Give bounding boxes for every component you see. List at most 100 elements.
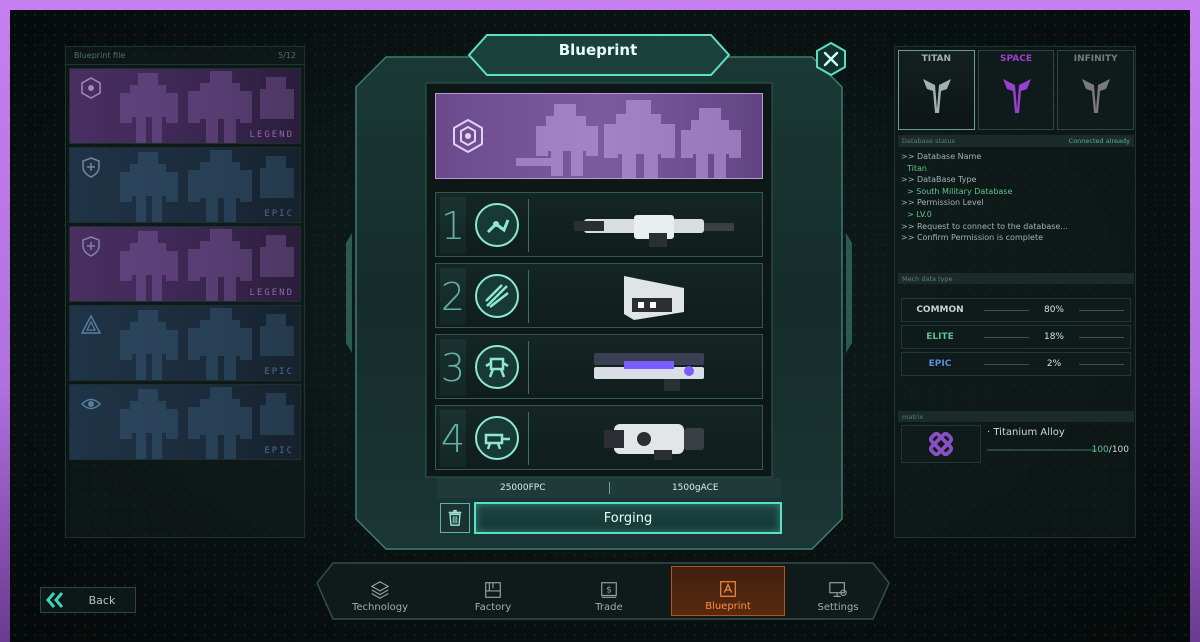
slot-number: 4 xyxy=(440,410,466,467)
blueprint-banner xyxy=(435,93,763,179)
svg-text:$: $ xyxy=(606,586,612,596)
hex-emblem-icon xyxy=(453,118,483,154)
rate-dash xyxy=(984,309,1029,311)
shield-emblem-icon xyxy=(82,236,100,257)
tab-space[interactable]: SPACE xyxy=(977,50,1055,130)
faction-infinity-icon xyxy=(1082,79,1111,113)
gear-monitor-icon xyxy=(829,582,847,597)
blueprint-modal: Blueprint 1 2 3 4 25000FPC 1500gACE Forg… xyxy=(346,33,852,559)
hex-emblem-icon xyxy=(81,77,101,99)
nav-technology[interactable]: Technology xyxy=(325,566,435,616)
factory-icon xyxy=(485,582,501,598)
shield-emblem-icon xyxy=(82,157,100,178)
log-line: >> Request to connect to the database... xyxy=(901,221,1068,231)
rarity-name: ELITE xyxy=(926,332,954,342)
slot-number: 2 xyxy=(440,268,466,325)
blueprint-card[interactable]: LEGEND xyxy=(69,226,301,302)
weapon-railgun-image xyxy=(574,215,734,247)
close-icon xyxy=(816,41,846,77)
rate-dash xyxy=(984,363,1029,365)
database-panel: TITAN SPACE INFINITY Database status Conne… xyxy=(894,46,1136,538)
rarity-name: EPIC xyxy=(928,359,952,369)
database-status-value: Connected already xyxy=(1068,137,1130,145)
material-item: · Titanium Alloy 100/100 xyxy=(901,425,1131,463)
card-rarity-label: EPIC xyxy=(264,367,294,377)
rarity-percent: 18% xyxy=(1043,332,1064,342)
slot-number: 3 xyxy=(440,339,466,396)
slot-divider xyxy=(528,199,529,252)
nav-factory[interactable]: Factory xyxy=(437,566,549,616)
log-line: > South Military Database xyxy=(907,186,1013,196)
layers-icon xyxy=(370,581,390,599)
log-line: Titan xyxy=(907,163,927,173)
modal-title: Blueprint xyxy=(558,41,638,59)
blueprint-card[interactable]: EPIC xyxy=(69,147,301,223)
nav-label: Settings xyxy=(817,602,859,613)
dollar-icon: $ xyxy=(601,582,617,598)
blades-part-icon xyxy=(475,274,519,318)
tab-infinity[interactable]: INFINITY xyxy=(1057,50,1135,130)
slot-number: 1 xyxy=(440,197,466,254)
tab-titan[interactable]: TITAN xyxy=(898,50,975,130)
page-frame-left xyxy=(0,0,10,642)
material-header: matrix xyxy=(898,411,1134,422)
material-icon-box xyxy=(901,425,981,463)
eye-emblem-icon xyxy=(80,398,102,410)
game-scene: Blueprint file 5/12 LEGEND EPIC LEGEND EPIC… xyxy=(10,10,1190,642)
blueprint-file-title: Blueprint file xyxy=(74,51,126,60)
titanium-alloy-icon xyxy=(928,431,954,457)
card-rarity-label: EPIC xyxy=(264,446,294,456)
blueprint-icon xyxy=(720,581,736,597)
weapon-heavy-cannon-image xyxy=(604,424,704,460)
forging-button[interactable]: Forging xyxy=(474,502,782,534)
rarity-name: COMMON xyxy=(916,305,964,315)
tab-label: SPACE xyxy=(1000,54,1032,64)
delete-button[interactable] xyxy=(440,503,470,533)
material-name: · Titanium Alloy xyxy=(987,427,1065,438)
log-line: > LV.0 xyxy=(907,209,932,219)
faction-space-icon xyxy=(1002,79,1031,113)
nav-label: Factory xyxy=(474,602,512,613)
nav-label: Technology xyxy=(351,602,408,613)
log-line: >> DataBase Type xyxy=(901,175,977,185)
rarity-rate-row: EPIC 2% xyxy=(901,352,1131,376)
faction-tabs: TITAN SPACE INFINITY xyxy=(898,50,1135,130)
card-rarity-label: LEGEND xyxy=(249,130,294,140)
database-log: >> Database Name Titan >> DataBase Type > S… xyxy=(901,151,1133,244)
trash-icon xyxy=(448,509,462,526)
card-rarity-label: EPIC xyxy=(264,209,294,219)
mech-type-header: Mech data type xyxy=(898,273,1134,284)
nav-blueprint[interactable]: Blueprint xyxy=(671,566,785,616)
log-line: >> Confirm Permission is complete xyxy=(901,233,1044,243)
database-status-label: Database status xyxy=(902,137,956,145)
cost-fpc: 25000FPC xyxy=(499,483,546,493)
cost-gace: 1500gACE xyxy=(671,483,719,493)
part-slot-1[interactable]: 1 xyxy=(435,192,763,257)
nav-label: Trade xyxy=(595,602,623,613)
back-label: Back xyxy=(88,593,116,607)
slot-divider xyxy=(528,341,529,394)
arm-part-icon xyxy=(475,203,519,247)
rarity-percent: 2% xyxy=(1046,359,1062,369)
nav-trade[interactable]: $ Trade xyxy=(553,566,665,616)
rarity-rate-row: ELITE 18% xyxy=(901,325,1131,349)
triangle-emblem-icon xyxy=(80,314,102,334)
part-slot-3[interactable]: 3 xyxy=(435,334,763,399)
page-frame-top xyxy=(0,0,1200,10)
nav-settings[interactable]: Settings xyxy=(789,566,887,616)
close-button[interactable] xyxy=(814,41,848,77)
blueprint-card[interactable]: EPIC xyxy=(69,305,301,381)
part-slot-2[interactable]: 2 xyxy=(435,263,763,328)
rarity-percent: 80% xyxy=(1043,305,1064,315)
rarity-rate-row: COMMON 80% xyxy=(901,298,1131,322)
rate-dash xyxy=(984,336,1029,338)
faction-titan-icon xyxy=(923,79,951,113)
blueprint-card[interactable]: LEGEND xyxy=(69,68,301,144)
mech-silhouettes-art xyxy=(516,100,741,178)
part-slot-4[interactable]: 4 xyxy=(435,405,763,470)
blueprint-card[interactable]: EPIC xyxy=(69,384,301,460)
mech-part-icon xyxy=(475,345,519,389)
back-button[interactable]: Back xyxy=(40,587,136,613)
rate-dash xyxy=(1079,309,1124,311)
card-rarity-label: LEGEND xyxy=(249,288,294,298)
